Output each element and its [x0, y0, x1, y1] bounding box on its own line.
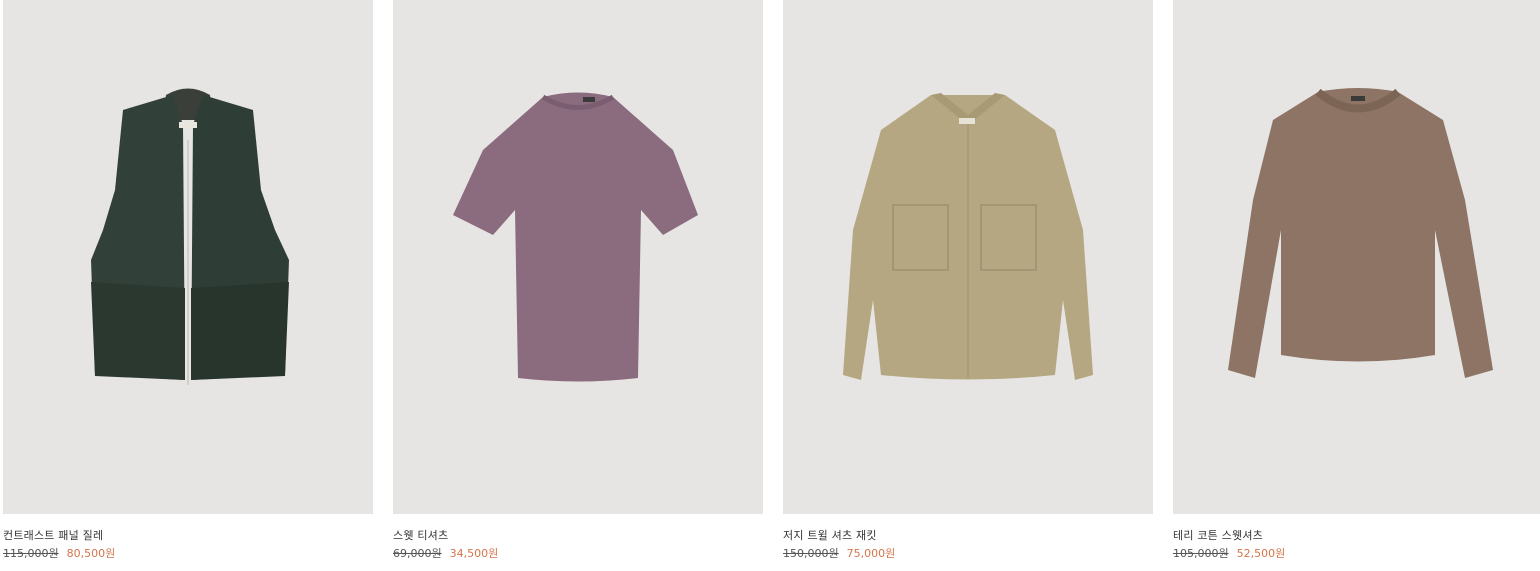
product-card[interactable]: 저지 트윌 셔츠 재킷 150,000원 75,000원: [783, 0, 1153, 571]
product-image[interactable]: [1173, 0, 1540, 514]
price-group: 105,000원 52,500원: [1173, 545, 1285, 561]
original-price: 105,000원: [1173, 547, 1229, 560]
vest-icon: [91, 88, 289, 385]
sale-price: 52,500원: [1236, 547, 1286, 560]
shirt-jacket-icon: [843, 93, 1093, 380]
product-name[interactable]: 컨트래스트 패널 질레: [3, 527, 103, 543]
product-card[interactable]: 스웻 티셔츠 69,000원 34,500원: [393, 0, 763, 571]
product-image[interactable]: [783, 0, 1153, 514]
original-price: 150,000원: [783, 547, 839, 560]
product-card[interactable]: 컨트래스트 패널 질레 115,000원 80,500원: [3, 0, 373, 571]
product-image[interactable]: [3, 0, 373, 514]
price-group: 150,000원 75,000원: [783, 545, 895, 561]
product-image[interactable]: [393, 0, 763, 514]
sale-price: 80,500원: [66, 547, 116, 560]
product-card[interactable]: 테리 코튼 스웻셔츠 105,000원 52,500원: [1173, 0, 1540, 571]
price-group: 69,000원 34,500원: [393, 545, 498, 561]
price-group: 115,000원 80,500원: [3, 545, 115, 561]
product-name[interactable]: 테리 코튼 스웻셔츠: [1173, 527, 1263, 543]
sale-price: 75,000원: [846, 547, 896, 560]
sweatshirt-icon: [1228, 88, 1493, 378]
product-name[interactable]: 저지 트윌 셔츠 재킷: [783, 527, 877, 543]
tshirt-icon: [453, 92, 698, 382]
product-name[interactable]: 스웻 티셔츠: [393, 527, 448, 543]
original-price: 69,000원: [393, 547, 442, 560]
product-grid: 컨트래스트 패널 질레 115,000원 80,500원 스웻 티셔츠 69,00…: [0, 0, 1540, 571]
original-price: 115,000원: [3, 547, 59, 560]
sale-price: 34,500원: [449, 547, 499, 560]
